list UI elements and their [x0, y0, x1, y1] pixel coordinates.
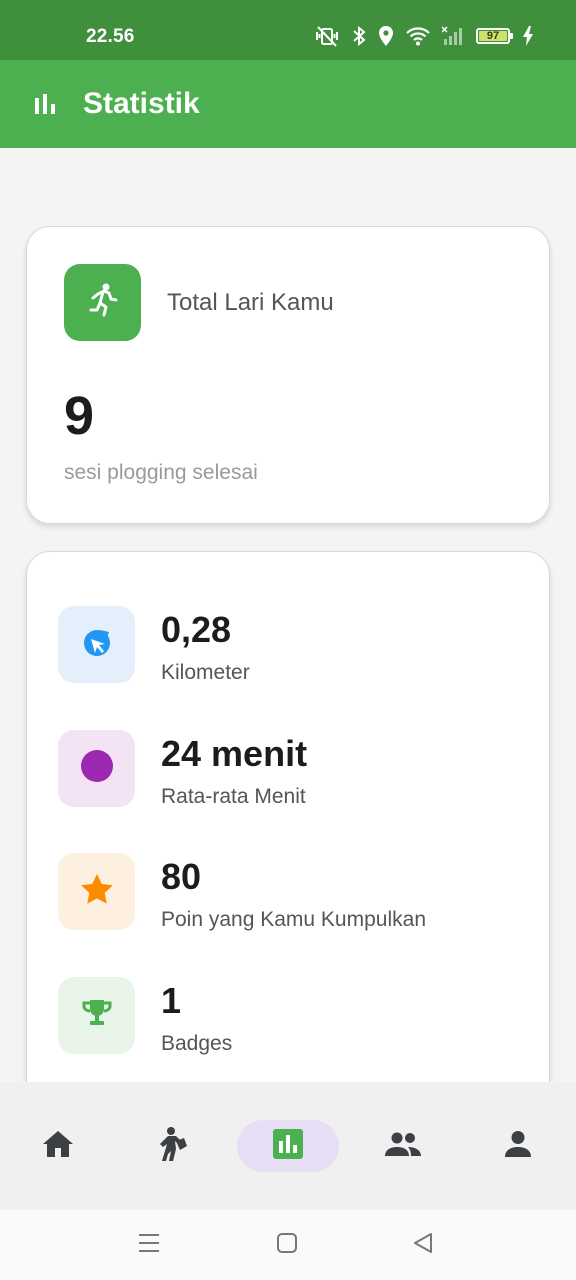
- app-bar: Statistik: [0, 60, 576, 148]
- charging-icon: [522, 26, 534, 46]
- wifi-icon: [406, 26, 430, 46]
- total-runs-value: 9: [64, 386, 95, 446]
- circle-icon: [80, 749, 114, 788]
- nav-item-statistics[interactable]: [237, 1120, 339, 1172]
- star-icon-tile: [58, 853, 135, 930]
- total-runs-label: Total Lari Kamu: [167, 289, 334, 316]
- badges-value: 1: [161, 980, 182, 1021]
- stats-card: 0,28 Kilometer 24 menit Rata-rata Menit …: [26, 551, 550, 1151]
- nav-item-home[interactable]: [7, 1120, 109, 1172]
- distance-icon: [81, 626, 113, 663]
- total-runs-card: Total Lari Kamu 9 sesi plogging selesai: [26, 226, 550, 524]
- bottom-nav: [0, 1082, 576, 1210]
- menu-icon[interactable]: [138, 1232, 160, 1259]
- people-icon: [384, 1131, 422, 1162]
- distance-value: 0,28: [161, 609, 232, 650]
- location-icon: [378, 25, 394, 47]
- battery-level: 97: [486, 30, 500, 42]
- stat-row-badges: 1 Badges: [58, 977, 518, 1055]
- bar-chart-icon: [33, 92, 57, 116]
- home-square-icon[interactable]: [276, 1232, 298, 1259]
- circle-icon-tile: [58, 730, 135, 807]
- duration-label: Rata-rata Menit: [161, 785, 306, 808]
- page-title: Statistik: [83, 87, 200, 120]
- nav-item-profile[interactable]: [467, 1120, 569, 1172]
- bluetooth-icon: [352, 25, 366, 47]
- badges-label: Badges: [161, 1032, 233, 1055]
- star-icon: [80, 873, 114, 910]
- back-triangle-icon[interactable]: [412, 1232, 434, 1259]
- trophy-icon: [81, 997, 113, 1034]
- points-label: Poin yang Kamu Kumpulkan: [161, 908, 426, 931]
- signal-icon: [442, 26, 464, 46]
- running-icon-tile: [64, 264, 141, 341]
- battery-icon: 97: [476, 28, 513, 44]
- status-time: 22.56: [86, 26, 135, 47]
- status-bar: 22.56 97: [0, 0, 576, 60]
- system-nav-bar: [0, 1210, 576, 1280]
- home-icon: [41, 1129, 75, 1164]
- nav-item-plogging[interactable]: [122, 1120, 224, 1172]
- person-icon: [504, 1130, 532, 1163]
- distance-icon-tile: [58, 606, 135, 683]
- distance-label: Kilometer: [161, 661, 250, 684]
- total-runs-caption: sesi plogging selesai: [64, 461, 258, 484]
- points-value: 80: [161, 856, 202, 897]
- stat-row-duration: 24 menit Rata-rata Menit: [58, 730, 518, 808]
- duration-value: 24 menit: [161, 733, 308, 774]
- stat-row-distance: 0,28 Kilometer: [58, 606, 518, 684]
- stat-row-points: 80 Poin yang Kamu Kumpulkan: [58, 853, 518, 931]
- bar-chart-icon: [273, 1128, 303, 1164]
- trophy-icon-tile: [58, 977, 135, 1054]
- running-icon: [86, 282, 120, 323]
- status-icons: 97: [314, 25, 534, 47]
- plogging-icon: [156, 1126, 190, 1167]
- vibrate-off-icon: [314, 25, 340, 47]
- nav-item-community[interactable]: [352, 1120, 454, 1172]
